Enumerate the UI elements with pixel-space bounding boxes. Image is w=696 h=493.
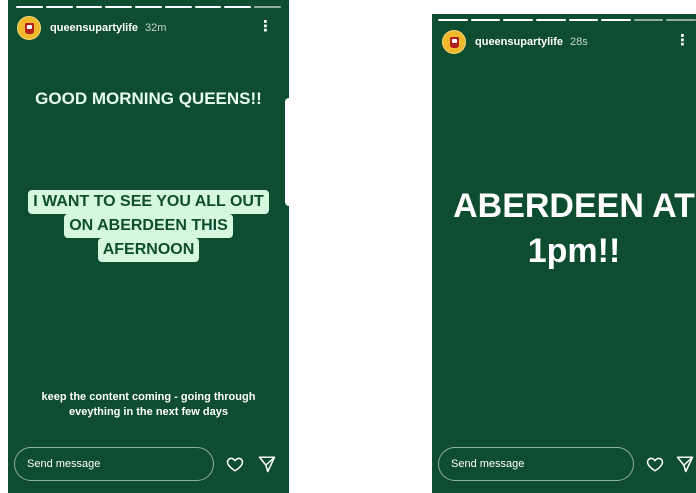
- timestamp: 28s: [570, 36, 588, 48]
- progress-segment: [470, 19, 501, 21]
- progress-segment: [194, 6, 222, 8]
- story-headline: GOOD MORNING QUEENS!!: [35, 89, 262, 108]
- progress-segment: [568, 19, 599, 21]
- story-progress-bar: [16, 6, 282, 8]
- progress-segment: [633, 19, 664, 21]
- adjacent-panel-edge: [285, 98, 293, 206]
- username[interactable]: queensupartylife: [50, 22, 138, 34]
- story-panel-left[interactable]: queensupartylife 32m ⋮ GOOD MORNING QUEE…: [8, 0, 289, 493]
- progress-segment: [601, 19, 631, 21]
- progress-segment: [75, 6, 103, 8]
- caption-line: eveything in the next few days: [69, 406, 228, 418]
- heart-icon[interactable]: [226, 455, 244, 473]
- heart-icon[interactable]: [646, 455, 664, 473]
- send-message-input[interactable]: Send message: [438, 447, 634, 481]
- avatar[interactable]: [17, 16, 41, 40]
- timestamp: 32m: [145, 22, 167, 34]
- highlight-text-block: I WANT TO SEE YOU ALL OUT ON ABERDEEN TH…: [8, 190, 289, 262]
- highlight-line: AFERNOON: [97, 238, 200, 262]
- avatar[interactable]: [442, 30, 466, 54]
- highlight-line: I WANT TO SEE YOU ALL OUT: [28, 190, 269, 214]
- story-header: queensupartylife 28s: [442, 30, 588, 54]
- highlight-line: ON ABERDEEN THIS: [64, 214, 233, 238]
- progress-segment: [45, 6, 73, 8]
- progress-segment: [224, 6, 252, 8]
- big-text-line: 1pm!!: [527, 232, 621, 270]
- more-vertical-icon[interactable]: ⋮: [258, 19, 273, 34]
- progress-segment: [535, 19, 566, 21]
- big-text-line: ABERDEEN AT: [453, 187, 695, 225]
- caption-line: keep the content coming - going through: [41, 391, 256, 403]
- progress-segment: [254, 6, 282, 8]
- story-header: queensupartylife 32m: [17, 16, 166, 40]
- progress-segment: [503, 19, 533, 21]
- progress-segment: [105, 6, 133, 8]
- send-icon[interactable]: [676, 455, 694, 473]
- send-icon[interactable]: [258, 455, 276, 473]
- more-vertical-icon[interactable]: ⋮: [675, 33, 690, 48]
- progress-segment: [16, 6, 43, 8]
- progress-segment: [666, 19, 696, 21]
- progress-segment: [135, 6, 162, 8]
- progress-segment: [164, 6, 192, 8]
- avatar-cup-icon: [24, 22, 34, 34]
- send-message-input[interactable]: Send message: [14, 447, 214, 481]
- story-panel-right[interactable]: queensupartylife 28s ⋮ ABERDEEN AT 1pm!!…: [432, 14, 696, 493]
- username[interactable]: queensupartylife: [475, 36, 563, 48]
- send-message-placeholder: Send message: [451, 458, 525, 470]
- story-caption: keep the content coming - going through …: [8, 390, 289, 420]
- story-progress-bar: [438, 19, 696, 21]
- avatar-cup-icon: [449, 36, 459, 48]
- story-big-text: ABERDEEN AT 1pm!!: [444, 184, 696, 274]
- send-message-placeholder: Send message: [27, 458, 101, 470]
- progress-segment: [438, 19, 468, 21]
